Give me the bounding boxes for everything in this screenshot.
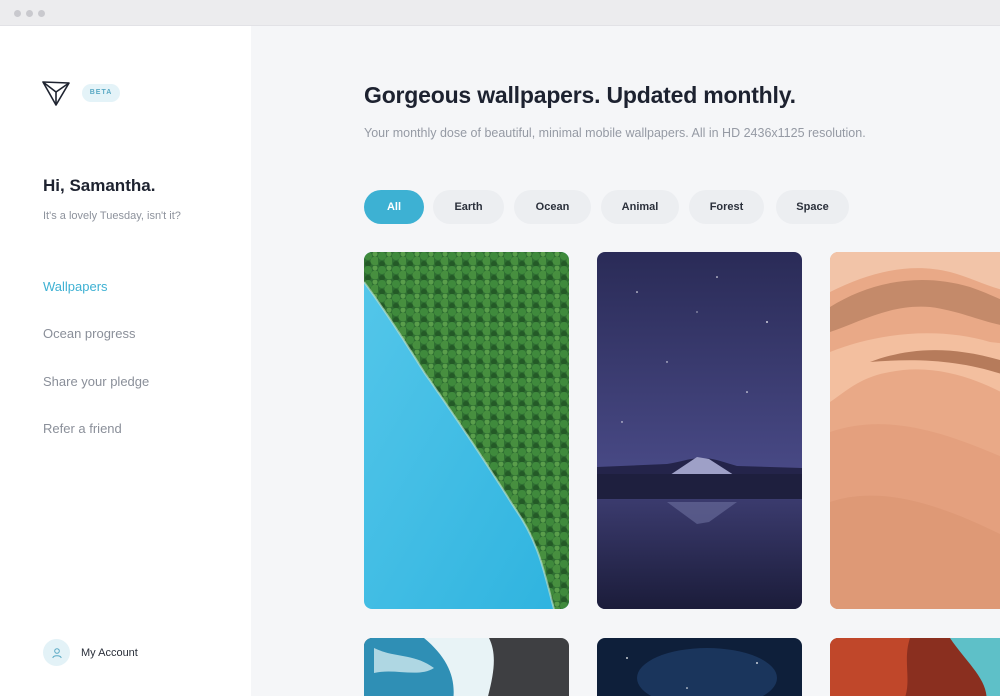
wallpaper-card-forest-coast[interactable] bbox=[364, 252, 569, 609]
wallpaper-card-night-mountain-lake[interactable] bbox=[597, 252, 802, 609]
wallpaper-card-red-canyon[interactable] bbox=[830, 638, 1000, 696]
window-titlebar bbox=[0, 0, 1000, 26]
page-title: Gorgeous wallpapers. Updated monthly. bbox=[364, 82, 796, 108]
nav-item-refer-a-friend[interactable]: Refer a friend bbox=[43, 421, 122, 436]
filter-chip-forest[interactable]: Forest bbox=[689, 190, 764, 224]
filter-chip-space[interactable]: Space bbox=[776, 190, 849, 224]
wallpaper-image bbox=[830, 252, 1000, 609]
wallpaper-image bbox=[364, 638, 569, 696]
window-dot-icon[interactable] bbox=[38, 10, 45, 17]
filter-chip-earth[interactable]: Earth bbox=[433, 190, 504, 224]
wallpaper-card-ocean-waves[interactable] bbox=[364, 638, 569, 696]
nav-item-wallpapers[interactable]: Wallpapers bbox=[43, 279, 108, 294]
app-logo-icon[interactable] bbox=[42, 80, 70, 106]
window-dot-icon[interactable] bbox=[14, 10, 21, 17]
my-account-label: My Account bbox=[81, 646, 138, 659]
wallpaper-card-starry-sky[interactable] bbox=[597, 638, 802, 696]
wallpaper-image bbox=[597, 252, 802, 609]
main-content: Gorgeous wallpapers. Updated monthly. Yo… bbox=[251, 26, 1000, 696]
filter-chip-ocean[interactable]: Ocean bbox=[514, 190, 591, 224]
page-subtitle: Your monthly dose of beautiful, minimal … bbox=[364, 126, 866, 140]
filter-chip-all[interactable]: All bbox=[364, 190, 424, 224]
greeting-subtext: It's a lovely Tuesday, isn't it? bbox=[43, 210, 181, 222]
wallpaper-image bbox=[597, 638, 802, 696]
wallpaper-card-desert-dunes[interactable] bbox=[830, 252, 1000, 609]
wallpaper-image bbox=[830, 638, 1000, 696]
filter-chip-animal[interactable]: Animal bbox=[601, 190, 679, 224]
beta-badge: BETA bbox=[82, 84, 120, 102]
my-account-button[interactable]: My Account bbox=[43, 639, 138, 666]
window-dot-icon[interactable] bbox=[26, 10, 33, 17]
wallpaper-image bbox=[364, 252, 569, 609]
user-avatar-icon bbox=[43, 639, 70, 666]
greeting-heading: Hi, Samantha. bbox=[43, 176, 156, 195]
nav-item-share-your-pledge[interactable]: Share your pledge bbox=[43, 374, 149, 389]
nav-item-ocean-progress[interactable]: Ocean progress bbox=[43, 326, 136, 341]
sidebar: BETA Hi, Samantha. It's a lovely Tuesday… bbox=[0, 26, 251, 696]
